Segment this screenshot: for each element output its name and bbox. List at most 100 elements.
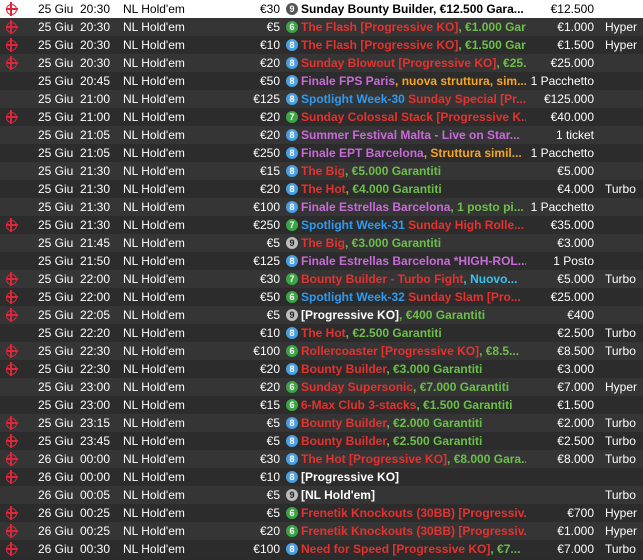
player-count-badge: 9 — [286, 488, 298, 501]
tournament-name-segment: , €1.000 Garanti... — [458, 20, 526, 34]
speed-cell — [605, 126, 643, 144]
table-row[interactable]: 25 Giu 21:30 NL Hold'em €20 8 The Hot, €4.000… — [0, 180, 643, 198]
prize-cell: 1 Pacchetto — [530, 74, 594, 88]
row-icon-cell — [6, 414, 22, 432]
speed-cell — [605, 216, 643, 234]
player-count-badge: 9 — [286, 2, 298, 15]
date-cell: 25 Giu — [38, 128, 74, 142]
tournament-name-segment: Finale Estrellas Barcelona *HIGH-ROL... — [301, 254, 526, 268]
speed-cell — [605, 144, 643, 162]
prize-cell: €25.000 — [550, 56, 594, 70]
table-row[interactable]: 26 Giu 00:25 NL Hold'em €20 6 Frenetik Knocko… — [0, 522, 643, 540]
game-cell: NL Hold'em — [123, 20, 185, 34]
player-count-badge: 8 — [286, 362, 298, 375]
time-cell: 23:45 — [80, 434, 111, 448]
table-row[interactable]: 25 Giu 22:00 NL Hold'em €30 7 Bounty Builder … — [0, 270, 643, 288]
table-row[interactable]: 25 Giu 20:30 NL Hold'em €5 6 The Flash [Progr… — [0, 18, 643, 36]
row-icon-cell — [6, 396, 22, 414]
time-cell: 21:05 — [80, 146, 111, 160]
player-count-badge: 8 — [286, 38, 298, 51]
table-row[interactable]: 25 Giu 21:00 NL Hold'em €125 8 Spotlight Week… — [0, 90, 643, 108]
prize-cell: €8.000 — [557, 452, 594, 466]
tournament-name-cell: 8 The Hot, €4.000 Garantiti — [286, 180, 526, 198]
date-cell: 25 Giu — [38, 2, 74, 16]
table-row[interactable]: 25 Giu 22:30 NL Hold'em €20 8 Bounty Builder,… — [0, 360, 643, 378]
game-cell: NL Hold'em — [123, 380, 185, 394]
buyin-cell: €50 — [259, 74, 280, 88]
table-row[interactable]: 25 Giu 23:15 NL Hold'em €5 8 Bounty Builder, … — [0, 414, 643, 432]
buyin-cell: €125 — [253, 254, 280, 268]
target-icon — [6, 434, 18, 448]
date-cell: 25 Giu — [38, 344, 74, 358]
table-row[interactable]: 25 Giu 20:30 NL Hold'em €20 8 Sunday Blowout … — [0, 54, 643, 72]
table-row[interactable]: 25 Giu 22:30 NL Hold'em €100 6 Rollercoaster … — [0, 342, 643, 360]
table-row[interactable]: 26 Giu 00:30 NL Hold'em €100 8 Need for Speed… — [0, 540, 643, 558]
row-icon-cell — [6, 162, 22, 180]
table-row[interactable]: 25 Giu 21:05 NL Hold'em €250 8 Finale EPT Bar… — [0, 144, 643, 162]
row-icon-cell — [6, 252, 22, 270]
table-row[interactable]: 25 Giu 21:30 NL Hold'em €15 8 The Big, €5.000… — [0, 162, 643, 180]
date-cell: 25 Giu — [38, 164, 74, 178]
table-row[interactable]: 25 Giu 23:00 NL Hold'em €20 6 Sunday Superson… — [0, 378, 643, 396]
time-cell: 20:30 — [80, 56, 111, 70]
table-row[interactable]: 26 Giu 00:25 NL Hold'em €5 6 Frenetik Knockou… — [0, 504, 643, 522]
time-cell: 22:20 — [80, 326, 111, 340]
buyin-cell: €5 — [266, 434, 280, 448]
table-row[interactable]: 25 Giu 22:05 NL Hold'em €5 9 [Progressive KO]… — [0, 306, 643, 324]
table-row[interactable]: 25 Giu 20:30 NL Hold'em €30 9 Sunday Bounty B… — [0, 0, 643, 18]
player-count-badge: 8 — [286, 470, 298, 483]
table-row[interactable]: 25 Giu 23:45 NL Hold'em €5 8 Bounty Builder, … — [0, 432, 643, 450]
tournament-name-segment: , €7... — [490, 542, 521, 556]
row-icon-cell — [6, 108, 22, 126]
table-row[interactable]: 25 Giu 22:20 NL Hold'em €10 8 The Hot, €2.500… — [0, 324, 643, 342]
game-cell: NL Hold'em — [123, 56, 185, 70]
prize-cell: €400 — [567, 308, 594, 322]
table-row[interactable]: 25 Giu 21:00 NL Hold'em €20 7 Sunday Colossal… — [0, 108, 643, 126]
table-row[interactable]: 25 Giu 21:30 NL Hold'em €250 7 Spotlight Week… — [0, 216, 643, 234]
table-row[interactable]: 25 Giu 21:30 NL Hold'em €100 8 Finale Estrell… — [0, 198, 643, 216]
table-row[interactable]: 26 Giu 00:00 NL Hold'em €10 8 [Progressive KO… — [0, 468, 643, 486]
buyin-cell: €20 — [259, 110, 280, 124]
buyin-cell: €5 — [266, 20, 280, 34]
speed-cell: Hyper — [605, 506, 638, 520]
time-cell: 20:30 — [80, 2, 111, 16]
game-cell: NL Hold'em — [123, 452, 185, 466]
buyin-cell: €30 — [259, 2, 280, 16]
time-cell: 22:30 — [80, 344, 111, 358]
game-cell: NL Hold'em — [123, 542, 185, 556]
table-row[interactable]: 25 Giu 22:00 NL Hold'em €50 6 Spotlight Week-… — [0, 288, 643, 306]
table-row[interactable]: 25 Giu 23:00 NL Hold'em €15 6 6-Max Club 3-st… — [0, 396, 643, 414]
player-count-badge: 6 — [286, 290, 298, 303]
tournament-name-cell: 8 Summer Festival Malta - Live on Star... — [286, 126, 526, 144]
tournament-name-segment: , €8.5... — [479, 344, 520, 358]
date-cell: 25 Giu — [38, 146, 74, 160]
target-icon — [6, 290, 18, 304]
speed-cell — [605, 162, 643, 180]
speed-cell — [605, 396, 643, 414]
tournament-name-segment: , €2.500 Garantiti — [345, 326, 442, 340]
table-row[interactable]: 25 Giu 20:30 NL Hold'em €10 8 The Flash [Prog… — [0, 36, 643, 54]
time-cell: 20:30 — [80, 38, 111, 52]
prize-cell: €1.500 — [557, 398, 594, 412]
row-icon-cell — [6, 18, 22, 36]
speed-cell: Turbo — [605, 434, 636, 448]
speed-cell: Turbo — [605, 272, 636, 286]
tournament-name-segment: , 1 posto pi... — [450, 200, 524, 214]
tournament-name-cell: 6The Flash [Progressive KO], €1.000 Gara… — [286, 18, 526, 36]
table-row[interactable]: 25 Giu 21:05 NL Hold'em €20 8 Summer Festival… — [0, 126, 643, 144]
tournament-name-cell: 8 The Hot [Progressive KO], €8.000 Gara..… — [286, 450, 526, 468]
tournament-name-segment: , nuova struttura, sim... — [395, 74, 526, 88]
table-row[interactable]: 26 Giu 00:00 NL Hold'em €30 8 The Hot [Progre… — [0, 450, 643, 468]
table-row[interactable]: 25 Giu 20:45 NL Hold'em €50 8 Finale FPS Pari… — [0, 72, 643, 90]
time-cell: 21:05 — [80, 128, 111, 142]
player-count-badge: 6 — [286, 20, 298, 33]
buyin-cell: €5 — [266, 308, 280, 322]
speed-cell — [605, 198, 643, 216]
table-row[interactable]: 26 Giu 00:05 NL Hold'em €5 9 [NL Hold'em] Turb… — [0, 486, 643, 504]
time-cell: 23:15 — [80, 416, 111, 430]
table-row[interactable]: 25 Giu 21:45 NL Hold'em €5 9 The Big, €3.000 … — [0, 234, 643, 252]
table-row[interactable]: 25 Giu 21:50 NL Hold'em €125 8 Finale Estrell… — [0, 252, 643, 270]
tournament-name-segment: Sunday Bounty Builder, €12.500 Gara... — [301, 2, 524, 16]
tournament-name-segment: The Flash [Progressive KO] — [301, 38, 459, 52]
tournament-name-segment: Bounty Builder — [301, 416, 387, 430]
